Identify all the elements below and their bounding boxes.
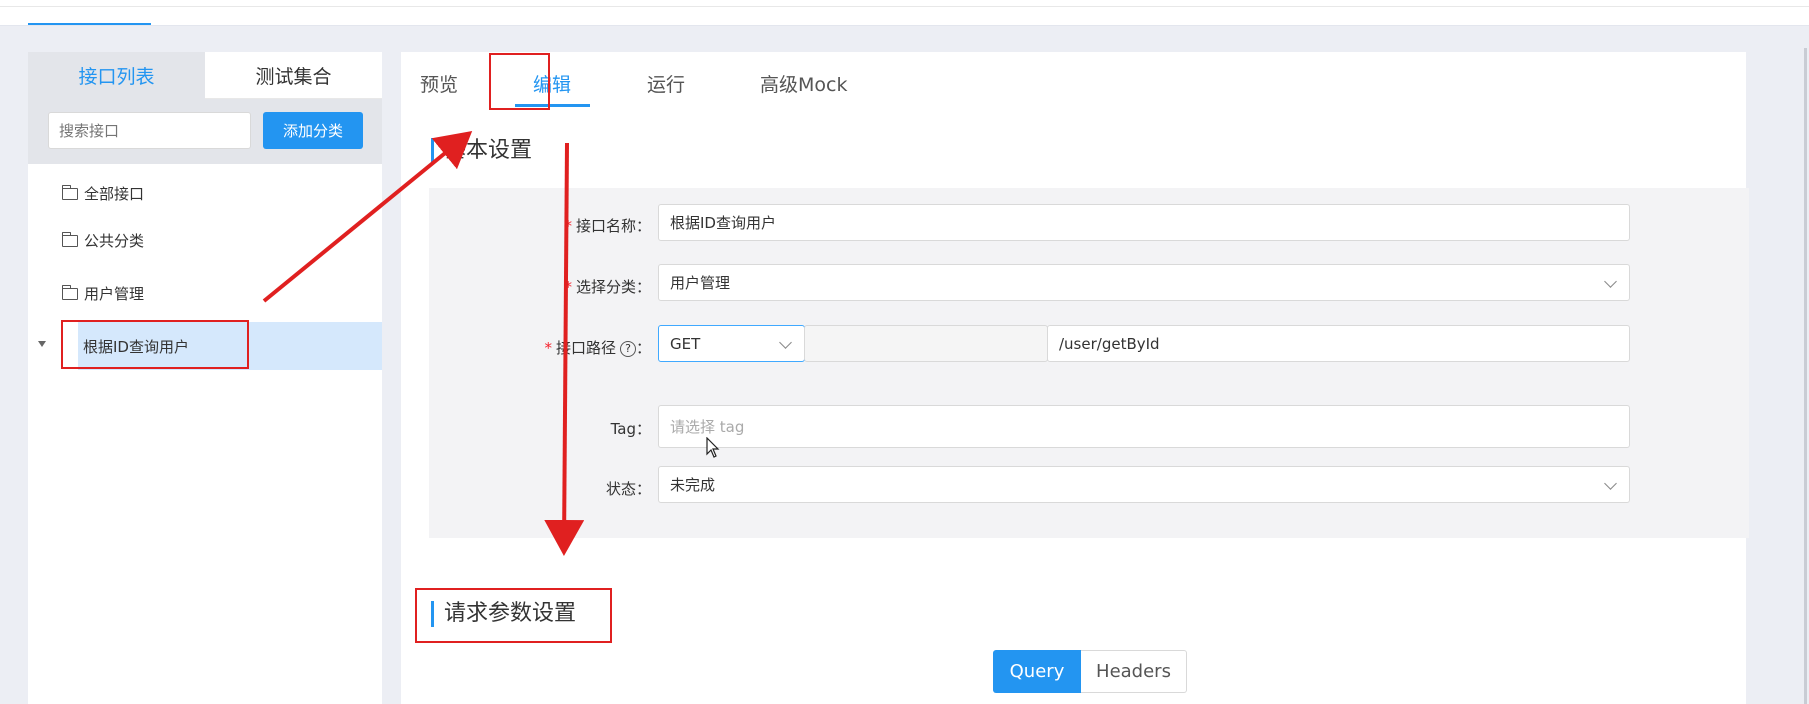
annotation-arrows	[262, 130, 585, 556]
page-scrollbar[interactable]	[1804, 48, 1807, 704]
arrow-to-request-params	[544, 142, 585, 556]
arrow-to-edit-tab	[262, 130, 473, 303]
